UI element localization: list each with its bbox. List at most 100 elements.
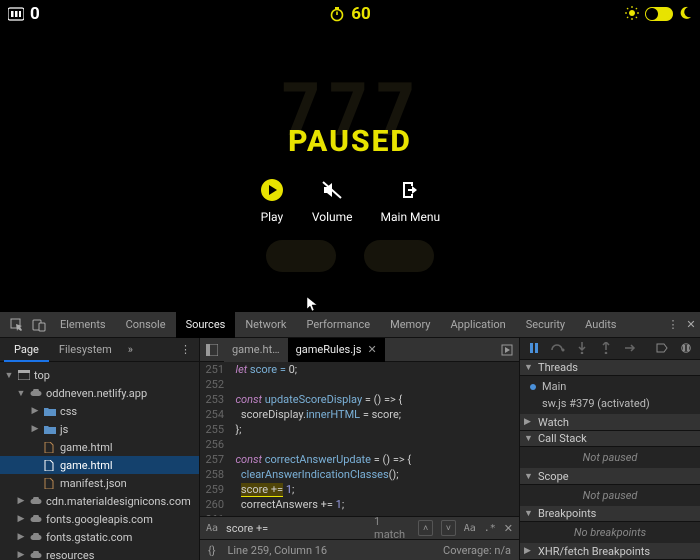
- tab-sources[interactable]: Sources: [176, 312, 236, 338]
- device-toggle-icon[interactable]: [28, 318, 50, 332]
- main-menu-label: Main Menu: [381, 210, 441, 224]
- odd-button: [364, 240, 434, 272]
- section-callstack[interactable]: ▼Call Stack: [520, 431, 700, 448]
- editor-tabs: game.ht… gameRules.js✕: [200, 338, 519, 362]
- devtools: Elements Console Sources Network Perform…: [0, 312, 700, 560]
- callstack-body: Not paused: [520, 447, 700, 468]
- volume-button[interactable]: Volume: [312, 178, 353, 224]
- main-menu-button[interactable]: Main Menu: [381, 178, 441, 224]
- editor-tab[interactable]: game.ht…: [224, 338, 288, 362]
- folder-icon: [44, 407, 56, 416]
- tree-file[interactable]: game.html: [0, 438, 199, 456]
- threads-body: Main sw.js #379 (activated): [520, 376, 700, 414]
- navigator-pane: Page Filesystem » ⋮ ▼top ▼oddneven.netli…: [0, 338, 200, 560]
- editor-statusbar: {} Line 259, Column 16 Coverage: n/a: [200, 540, 519, 560]
- score-display: 0: [8, 4, 236, 24]
- close-icon[interactable]: ✕: [682, 318, 700, 331]
- tab-elements[interactable]: Elements: [50, 312, 116, 338]
- file-icon: [44, 478, 56, 489]
- exit-icon: [398, 178, 422, 202]
- tab-memory[interactable]: Memory: [380, 312, 440, 338]
- stopwatch-icon: [329, 6, 345, 22]
- step-over-icon[interactable]: [550, 340, 566, 356]
- inspect-icon[interactable]: [6, 318, 28, 332]
- find-input[interactable]: [226, 522, 366, 535]
- cloud-icon: [30, 515, 42, 523]
- pause-icon[interactable]: [526, 340, 542, 356]
- section-scope[interactable]: ▼Scope: [520, 468, 700, 485]
- cloud-icon: [30, 533, 42, 541]
- aa-toggle[interactable]: Aa: [206, 523, 218, 534]
- toggle-navigator-icon[interactable]: [200, 344, 224, 356]
- volume-off-icon: [320, 178, 344, 202]
- nav-tab-page[interactable]: Page: [4, 339, 49, 362]
- tree-file-selected[interactable]: game.html: [0, 456, 199, 474]
- window-icon: [18, 370, 30, 380]
- editor-pane: game.ht… gameRules.js✕ 251 let score = 0…: [200, 338, 520, 560]
- active-dot-icon: [530, 384, 536, 390]
- thread-main[interactable]: Main: [526, 378, 694, 395]
- find-next-button[interactable]: ˅: [441, 520, 456, 536]
- section-xhr[interactable]: ▶XHR/fetch Breakpoints: [520, 543, 700, 560]
- code-editor[interactable]: 251 let score = 0;252253 const updateSco…: [200, 362, 519, 516]
- theme-toggle[interactable]: [645, 7, 673, 21]
- tab-network[interactable]: Network: [235, 312, 296, 338]
- coverage-status: Coverage: n/a: [443, 544, 511, 557]
- cloud-icon: [30, 551, 42, 559]
- cursor-position: Line 259, Column 16: [227, 544, 327, 557]
- tree-domain[interactable]: ▼oddneven.netlify.app: [0, 384, 199, 402]
- aa-toggle[interactable]: Aa: [464, 523, 476, 534]
- section-breakpoints[interactable]: ▼Breakpoints: [520, 506, 700, 523]
- play-button[interactable]: Play: [260, 178, 284, 224]
- step-out-icon[interactable]: [598, 340, 614, 356]
- tree-folder-css[interactable]: ▶css: [0, 402, 199, 420]
- find-match-count: 1 match: [374, 515, 410, 541]
- step-into-icon[interactable]: [574, 340, 590, 356]
- close-icon[interactable]: ✕: [504, 522, 513, 535]
- tree-folder-js[interactable]: ▶js: [0, 420, 199, 438]
- tree-domain[interactable]: ▶fonts.googleapis.com: [0, 510, 199, 528]
- volume-label: Volume: [312, 210, 353, 224]
- tab-console[interactable]: Console: [116, 312, 176, 338]
- navigator-tabs: Page Filesystem » ⋮: [0, 338, 199, 362]
- kebab-menu-icon[interactable]: ⋮: [172, 343, 199, 356]
- find-prev-button[interactable]: ˄: [418, 520, 433, 536]
- pretty-print-icon[interactable]: {}: [208, 544, 215, 557]
- tree-domain[interactable]: ▶resources: [0, 546, 199, 560]
- thread-sw[interactable]: sw.js #379 (activated): [526, 395, 694, 412]
- pause-on-exceptions-icon[interactable]: [678, 340, 694, 356]
- close-icon[interactable]: ✕: [367, 343, 376, 356]
- timer-display: 60: [236, 4, 464, 24]
- section-threads[interactable]: ▼Threads: [520, 360, 700, 377]
- tree-domain[interactable]: ▶fonts.gstatic.com: [0, 528, 199, 546]
- paused-label: PAUSED: [288, 124, 412, 159]
- answer-buttons: [266, 240, 434, 272]
- regex-toggle[interactable]: .*: [484, 523, 496, 534]
- tree-file[interactable]: manifest.json: [0, 474, 199, 492]
- devtools-tabstrip: Elements Console Sources Network Perform…: [0, 312, 700, 338]
- tab-security[interactable]: Security: [516, 312, 575, 338]
- chevron-right-icon[interactable]: »: [122, 343, 139, 356]
- play-icon: [261, 179, 283, 201]
- tab-application[interactable]: Application: [440, 312, 515, 338]
- tab-performance[interactable]: Performance: [296, 312, 380, 338]
- tab-audits[interactable]: Audits: [575, 312, 626, 338]
- editor-tab-active[interactable]: gameRules.js✕: [288, 338, 385, 362]
- even-button: [266, 240, 336, 272]
- kebab-menu-icon[interactable]: ⋮: [664, 318, 682, 331]
- step-icon[interactable]: [622, 340, 638, 356]
- run-snippet-icon[interactable]: [495, 344, 519, 356]
- game-topbar: 0 60: [0, 0, 700, 28]
- breakpoints-body: No breakpoints: [520, 522, 700, 543]
- folder-icon: [44, 425, 56, 434]
- scoreboard-icon: [8, 7, 24, 21]
- nav-tab-filesystem[interactable]: Filesystem: [49, 339, 122, 360]
- cloud-icon: [30, 389, 42, 397]
- tree-domain[interactable]: ▶cdn.materialdesignicons.com: [0, 492, 199, 510]
- debug-toolbar: [520, 338, 700, 360]
- tree-top[interactable]: ▼top: [0, 366, 199, 384]
- time-value: 60: [351, 4, 371, 24]
- section-watch[interactable]: ▶Watch: [520, 414, 700, 431]
- find-bar: Aa 1 match ˄ ˅ Aa .* ✕: [200, 516, 519, 540]
- deactivate-breakpoints-icon[interactable]: [654, 340, 670, 356]
